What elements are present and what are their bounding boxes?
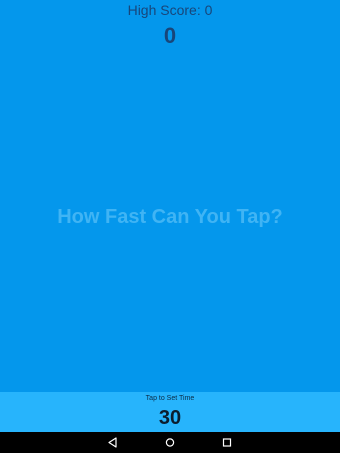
back-icon (104, 434, 122, 451)
recents-icon (218, 434, 236, 451)
home-icon (161, 434, 179, 451)
time-value: 30 (158, 407, 182, 429)
recents-button[interactable] (218, 434, 236, 451)
score-value: 0 (163, 23, 177, 48)
app-screen: High Score: 0 0 How Fast Can You Tap? Ta… (0, 0, 340, 453)
system-nav-bar (0, 432, 340, 453)
back-button[interactable] (104, 434, 122, 451)
high-score-label: High Score: 0 (127, 2, 213, 18)
tap-prompt: How Fast Can You Tap? (57, 206, 283, 228)
home-button[interactable] (161, 434, 179, 451)
set-time-button[interactable]: Tap to Set Time 30 (0, 392, 340, 432)
set-time-label: Tap to Set Time (145, 395, 195, 402)
